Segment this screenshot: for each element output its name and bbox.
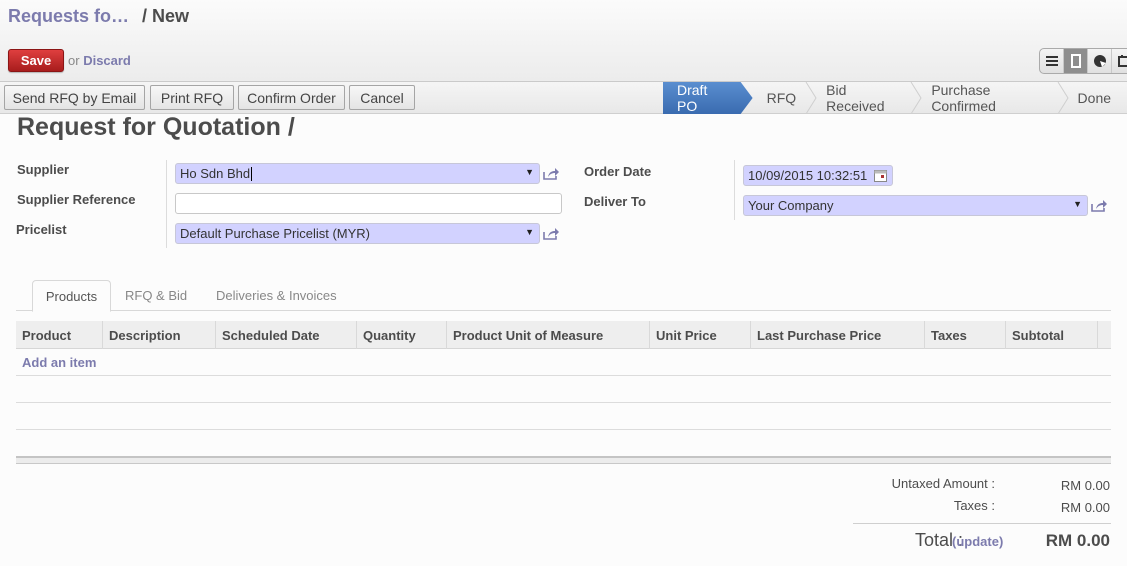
table-row [16,376,1111,403]
stage-label: RFQ [766,90,797,106]
deliver-to-value: Your Company [748,198,834,213]
totals-divider [853,523,1111,524]
send-rfq-by-email-button[interactable]: Send RFQ by Email [4,85,145,110]
list-view-icon[interactable] [1040,49,1064,73]
stage-label: Done [1077,90,1112,106]
taxes-value: RM 0.00 [1060,500,1110,515]
notebook-tabs: Products RFQ & Bid Deliveries & Invoices [16,280,1111,312]
order-date-value: 10/09/2015 10:32:51 [748,168,868,183]
deliver-to-select[interactable]: Your Company ▼ [743,195,1088,216]
supplier-reference-label: Supplier Reference [17,192,136,207]
discard-group: or Discard [68,53,131,68]
pricelist-select[interactable]: Default Purchase Pricelist (MYR) ▼ [175,223,540,244]
untaxed-amount-value: RM 0.00 [1060,478,1110,493]
stage-label: Purchase Confirmed [931,82,996,114]
column-header-actions [1098,321,1111,349]
breadcrumb-parent-link[interactable]: Requests fo… [8,6,129,26]
pricelist-value: Default Purchase Pricelist (MYR) [180,226,370,241]
order-date-input[interactable]: 10/09/2015 10:32:51 [743,165,893,186]
dropdown-arrow-icon[interactable]: ▼ [525,227,534,237]
taxes-label: Taxes : [953,498,995,513]
add-item-row: Add an item [16,349,1111,376]
pricelist-label: Pricelist [16,222,67,237]
supplier-reference-input[interactable] [175,193,562,214]
breadcrumb: Requests fo… / New [8,6,189,27]
stage-rfq[interactable]: RFQ [753,82,817,114]
form-view-icon[interactable] [1064,49,1088,73]
stage-purchase-confirmed[interactable]: Purchase Confirmed [917,82,1069,114]
save-button[interactable]: Save [8,49,64,72]
tab-products[interactable]: Products [32,280,111,312]
deliver-to-label: Deliver To [584,194,646,209]
stage-label: Bid Received [826,82,885,114]
external-link-icon[interactable] [542,167,560,181]
text-cursor [251,166,253,181]
field-divider [734,160,735,220]
tab-deliveries-invoices[interactable]: Deliveries & Invoices [204,280,349,311]
print-rfq-button[interactable]: Print RFQ [150,85,234,110]
table-footer [16,456,1111,464]
dropdown-arrow-icon[interactable]: ▼ [1073,199,1082,209]
breadcrumb-current: / New [142,6,190,26]
top-header: Requests fo… / New Save or Discard [0,0,1127,82]
cancel-button[interactable]: Cancel [349,85,415,110]
calendar-view-icon[interactable] [1112,49,1127,73]
table-header: Product Description Scheduled Date Quant… [16,321,1111,349]
graph-view-icon[interactable] [1088,49,1112,73]
add-item-link[interactable]: Add an item [22,355,96,370]
table-row [16,403,1111,430]
dropdown-arrow-icon[interactable]: ▼ [525,167,534,177]
discard-link[interactable]: Discard [83,53,131,68]
field-divider [166,160,167,248]
column-header-product[interactable]: Product [16,321,103,349]
column-header-taxes[interactable]: Taxes [925,321,1006,349]
column-header-quantity[interactable]: Quantity [357,321,447,349]
untaxed-amount-label: Untaxed Amount : [891,476,995,491]
total-value: RM 0.00 [1045,531,1110,550]
stage-bid-received[interactable]: Bid Received [812,82,922,114]
external-link-icon[interactable] [542,227,560,241]
column-header-last-purchase-price[interactable]: Last Purchase Price [751,321,925,349]
supplier-select[interactable]: Ho Sdn Bhd ▼ [175,163,540,184]
order-lines-table: Product Description Scheduled Date Quant… [16,321,1111,464]
column-header-subtotal[interactable]: Subtotal [1006,321,1098,349]
stage-draft-po[interactable]: Draft PO [663,82,753,114]
supplier-value: Ho Sdn Bhd [180,166,251,181]
calendar-icon[interactable] [874,170,887,182]
view-switcher [1039,48,1127,74]
column-header-description[interactable]: Description [103,321,216,349]
tab-rfq-bid[interactable]: RFQ & Bid [113,280,199,311]
stage-done[interactable]: Done [1064,82,1127,114]
confirm-order-button[interactable]: Confirm Order [238,85,345,110]
supplier-label: Supplier [17,162,70,177]
external-link-icon[interactable] [1090,199,1108,213]
column-header-uom[interactable]: Product Unit of Measure [447,321,650,349]
status-bar: Draft PO RFQ Bid Received Purchase Confi… [663,82,1127,114]
page-title: Request for Quotation / [17,113,295,141]
or-text: or [68,53,80,68]
column-header-scheduled-date[interactable]: Scheduled Date [216,321,357,349]
stage-label: Draft PO [677,82,708,114]
order-date-label: Order Date [584,164,652,179]
update-link[interactable]: (update) [952,534,1003,549]
column-header-unit-price[interactable]: Unit Price [650,321,751,349]
